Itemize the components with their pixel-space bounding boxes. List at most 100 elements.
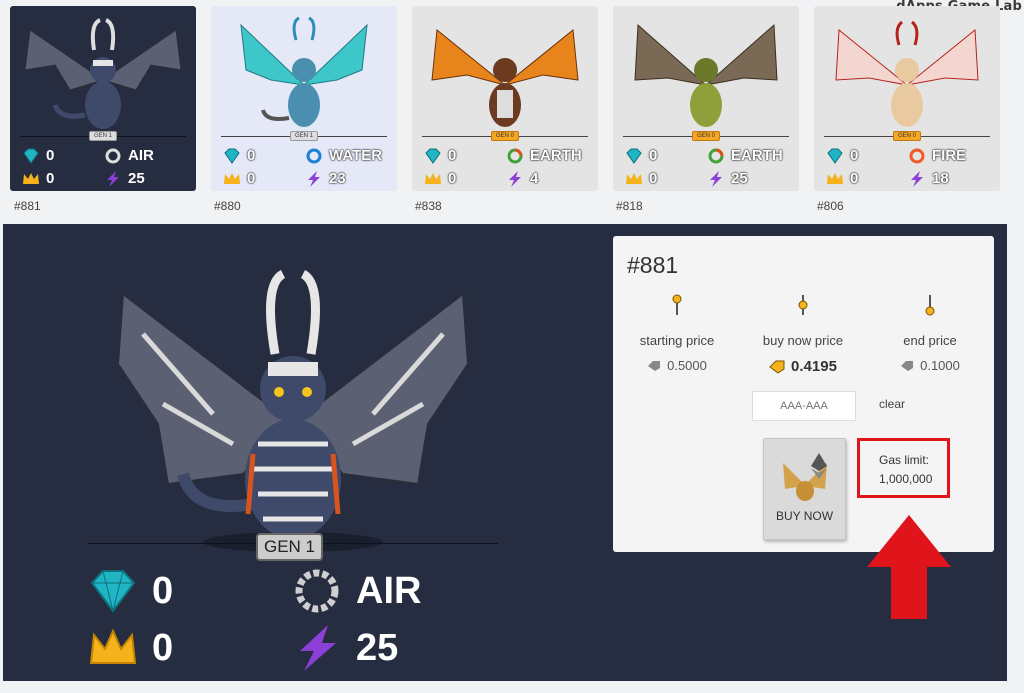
element-stat: AIR (292, 568, 421, 614)
fire-element-icon (909, 148, 925, 163)
element-stat: FIRE (908, 147, 966, 164)
energy-icon (300, 625, 336, 671)
crowns-value: 0 (46, 170, 55, 187)
buy-now-price-value: 0.4195 (743, 358, 863, 375)
starting-price-label: starting price (639, 333, 715, 348)
energy-value: 18 (932, 170, 949, 187)
auction-title: #881 (627, 252, 679, 278)
ethereum-icon (782, 453, 827, 501)
crown-icon (425, 172, 441, 184)
crowns-stat: 0 (88, 625, 173, 671)
gem-icon (626, 148, 642, 164)
crown-icon (827, 172, 843, 184)
gas-limit-label: Gas limit: (879, 453, 930, 467)
energy-stat: 25 (707, 170, 748, 187)
auction-panel: #881 starting price 0.5000 buy now price… (613, 236, 994, 552)
generation-badge: GEN 0 (691, 131, 721, 141)
price-tag-icon (648, 360, 661, 371)
energy-value: 25 (731, 170, 748, 187)
gems-value: 0 (448, 147, 457, 164)
earth-element-icon (507, 148, 523, 163)
energy-stat: 23 (305, 170, 346, 187)
card-id: #806 (817, 199, 844, 213)
end-price: end price 0.1000 (870, 294, 990, 373)
generation-badge: GEN 0 (892, 131, 922, 141)
pin-icon (925, 295, 935, 316)
dragon-card-880[interactable]: GEN 1 0 WATER 0 23 (211, 6, 397, 191)
energy-stat: 4 (506, 170, 538, 187)
crowns-stat: 0 (22, 170, 54, 187)
dragon-image (835, 20, 979, 127)
element-stat: EARTH (707, 147, 783, 164)
energy-icon (911, 170, 923, 187)
dragon-image (24, 18, 182, 129)
gem-icon (90, 570, 136, 613)
crowns-stat: 0 (223, 170, 255, 187)
generation-badge: GEN 0 (490, 131, 520, 141)
pin-icon (798, 295, 808, 315)
air-element-icon (295, 569, 339, 613)
energy-value: 25 (128, 170, 145, 187)
pin-icon (672, 294, 682, 315)
starting-price-amount: 0.5000 (667, 358, 707, 373)
end-price-value: 0.1000 (870, 358, 990, 373)
crowns-value: 0 (649, 170, 658, 187)
crowns-stat: 0 (625, 170, 657, 187)
gem-icon (23, 148, 39, 164)
card-id: #881 (14, 199, 41, 213)
element-stat: WATER (305, 147, 382, 164)
crowns-stat: 0 (826, 170, 858, 187)
element-stat: AIR (104, 147, 154, 164)
gas-limit-value: 1,000,000 (879, 472, 933, 486)
dragon-card-838[interactable]: GEN 0 0 EARTH 0 4 (412, 6, 598, 191)
element-value: EARTH (530, 147, 582, 164)
end-price-label: end price (903, 333, 957, 348)
card-id: #818 (616, 199, 643, 213)
crowns-value: 0 (247, 170, 256, 187)
crown-icon (626, 172, 642, 184)
generation-badge: GEN 1 (88, 131, 118, 141)
dragon-card-806[interactable]: GEN 0 0 FIRE 0 18 (814, 6, 1000, 191)
element-value: WATER (329, 147, 383, 164)
starting-price: starting price 0.5000 (617, 294, 737, 373)
crowns-value: 0 (448, 170, 457, 187)
card-id: #880 (214, 199, 241, 213)
buy-now-price-label: buy now price (762, 333, 844, 348)
energy-value: 4 (530, 170, 539, 187)
element-value: EARTH (731, 147, 783, 164)
element-value: AIR (356, 569, 422, 612)
card-id: #838 (415, 199, 442, 213)
gems-value: 0 (649, 147, 658, 164)
dragon-image (634, 23, 778, 127)
dragon-card-881[interactable]: GEN 1 0 AIR 0 25 (10, 6, 196, 191)
buy-now-price-amount: 0.4195 (791, 358, 837, 375)
element-stat: EARTH (506, 147, 582, 164)
crowns-value: 0 (152, 626, 174, 669)
dragon-card-818[interactable]: GEN 0 0 EARTH 0 25 (613, 6, 799, 191)
gems-value: 0 (46, 147, 55, 164)
generation-badge: GEN 1 (289, 131, 319, 141)
buy-now-price: buy now price 0.4195 (743, 294, 863, 375)
referral-code-input[interactable] (752, 391, 856, 421)
starting-price-value: 0.5000 (617, 358, 737, 373)
crown-icon (89, 628, 137, 664)
energy-icon (710, 170, 722, 187)
buy-now-button[interactable]: BUY NOW (763, 438, 846, 540)
water-element-icon (306, 148, 322, 163)
crown-icon (23, 172, 39, 184)
end-price-amount: 0.1000 (920, 358, 960, 373)
gems-value: 0 (850, 147, 859, 164)
energy-value: 23 (329, 170, 346, 187)
gems-value: 0 (247, 147, 256, 164)
clear-link[interactable]: clear (879, 397, 905, 411)
gems-stat: 0 (625, 147, 657, 164)
buy-now-label: BUY NOW (775, 509, 834, 523)
air-element-icon (105, 148, 121, 163)
dragon-image (431, 29, 579, 127)
energy-icon (509, 170, 521, 187)
energy-icon (107, 170, 119, 187)
gem-icon (827, 148, 843, 164)
gem-icon (425, 148, 441, 164)
dragon-card-list: GEN 1 0 AIR 0 25 #881 GEN 1 0 WATER 0 23… (10, 6, 1010, 216)
earth-element-icon (708, 148, 724, 163)
